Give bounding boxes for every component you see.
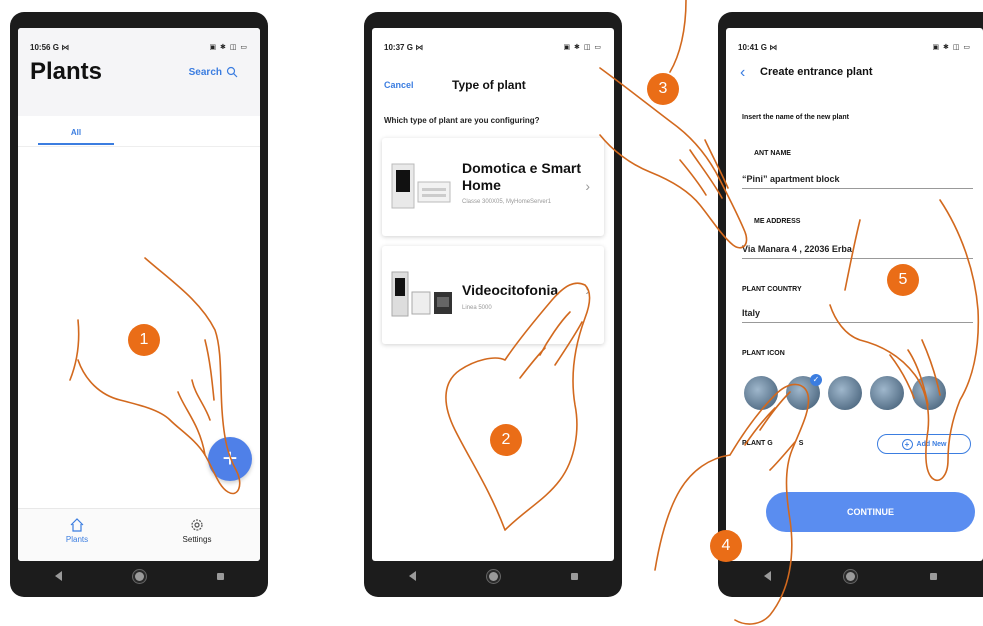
type-screen: 10:37 G ⋈ ▣ ✱ ◫ ▭ Cancel Type of plant W…	[372, 28, 614, 561]
continue-button[interactable]: CONTINUE	[766, 492, 975, 532]
system-nav	[726, 563, 975, 589]
card-subtitle: Classe 300X05, MyHomeServer1	[462, 199, 552, 205]
plants-screen: 10:56 G ⋈ ▣ ✱ ◫ ▭ Plants Search All + Pl…	[18, 28, 260, 561]
add-new-label: Add New	[916, 440, 947, 448]
status-bar: 10:37 G ⋈ ▣ ✱ ◫ ▭	[384, 40, 602, 54]
plant-icon-option[interactable]	[870, 376, 904, 410]
system-nav	[372, 563, 614, 589]
plant-name-input[interactable]: “Pini” apartment block	[742, 174, 973, 189]
search-label: Search	[188, 66, 222, 78]
card-title: Domotica e Smart Home	[462, 160, 582, 193]
plant-country-label: PLANT COUNTRY	[742, 286, 802, 293]
status-time: 10:56	[30, 42, 51, 52]
plant-country-select[interactable]: Italy	[742, 308, 973, 323]
status-icons: ▣ ✱ ◫ ▭	[209, 44, 248, 51]
card-domotica[interactable]: Domotica e Smart Home Classe 300X05, MyH…	[382, 138, 604, 236]
status-bar: 10:56 G ⋈ ▣ ✱ ◫ ▭	[30, 40, 248, 54]
tab-bar: All	[18, 116, 260, 147]
phone-create-plant: 10:41 G ⋈ ▣ ✱ ◫ ▭ ‹ Create entrance plan…	[718, 12, 983, 597]
plant-groups-label: PLANT GS	[742, 440, 804, 447]
step-badge: 3	[647, 73, 679, 105]
chevron-right-icon: ›	[585, 178, 590, 194]
back-icon[interactable]	[408, 571, 416, 581]
back-icon[interactable]	[54, 571, 62, 581]
gear-icon	[191, 519, 203, 531]
nav-label-plants: Plants	[65, 535, 89, 544]
plant-icon-label: PLANT ICON	[742, 350, 785, 357]
plant-icon-option[interactable]	[744, 376, 778, 410]
step-badge: 5	[887, 264, 919, 296]
tab-all[interactable]: All	[38, 128, 114, 145]
recent-apps-icon[interactable]	[216, 572, 224, 580]
home-button-icon[interactable]	[488, 571, 498, 581]
home-icon	[70, 518, 84, 532]
page-title: Create entrance plant	[760, 66, 873, 78]
nav-item-settings[interactable]: Settings	[162, 517, 232, 544]
plant-icon-option-selected[interactable]	[786, 374, 822, 410]
plant-name-label: ANT NAME	[754, 150, 791, 157]
system-nav	[18, 563, 260, 589]
home-button-icon[interactable]	[845, 571, 855, 581]
card-subtitle: Linea 5000	[462, 305, 492, 311]
status-time: 10:37	[384, 42, 405, 52]
recent-apps-icon[interactable]	[570, 572, 578, 580]
status-time: 10:41	[738, 42, 759, 52]
status-carrier: G ⋈	[52, 42, 70, 52]
cancel-button[interactable]: Cancel	[384, 80, 414, 90]
status-icons: ▣ ✱ ◫ ▭	[563, 44, 602, 51]
instruction-text: Insert the name of the new plant	[742, 114, 849, 121]
videocitofonia-device-image	[391, 271, 452, 317]
plant-icon-option[interactable]	[912, 376, 946, 410]
status-icons: ▣ ✱ ◫ ▭	[932, 44, 971, 51]
step-badge: 2	[490, 424, 522, 456]
page-title: Type of plant	[452, 78, 526, 92]
bottom-nav: Plants Settings	[18, 508, 260, 561]
home-address-label: ME ADDRESS	[754, 218, 801, 225]
plant-icon-option[interactable]	[828, 376, 862, 410]
add-plant-button[interactable]: +	[208, 437, 252, 481]
home-button-icon[interactable]	[134, 571, 144, 581]
nav-label-settings: Settings	[182, 535, 212, 544]
chevron-right-icon: ›	[585, 282, 590, 298]
home-address-input[interactable]: Via Manara 4 , 22036 Erba	[742, 244, 973, 259]
plus-circle-icon: +	[901, 438, 913, 450]
step-badge: 1	[128, 324, 160, 356]
recent-apps-icon[interactable]	[930, 572, 938, 580]
back-icon[interactable]	[763, 571, 771, 581]
card-videocitofonia[interactable]: Videocitofonia Linea 5000 ›	[382, 246, 604, 344]
create-screen: 10:41 G ⋈ ▣ ✱ ◫ ▭ ‹ Create entrance plan…	[726, 28, 983, 561]
top-bar: Cancel Type of plant	[372, 74, 614, 104]
page-title: Plants	[30, 58, 103, 85]
domotica-device-image	[391, 163, 451, 209]
step-badge: 4	[710, 530, 742, 562]
card-title: Videocitofonia	[462, 282, 559, 298]
top-bar: ‹ Create entrance plant	[726, 54, 983, 94]
back-chevron-icon[interactable]: ‹	[740, 64, 745, 82]
phone-type-of-plant: 10:37 G ⋈ ▣ ✱ ◫ ▭ Cancel Type of plant W…	[364, 12, 622, 597]
status-carrier: G ⋈	[406, 42, 424, 52]
nav-item-plants[interactable]: Plants	[42, 517, 112, 544]
status-bar: 10:41 G ⋈ ▣ ✱ ◫ ▭	[738, 40, 971, 54]
status-carrier: G ⋈	[760, 42, 778, 52]
add-new-button[interactable]: + Add New	[877, 434, 971, 454]
question-text: Which type of plant are you configuring?	[384, 116, 540, 125]
phone-plants: 10:56 G ⋈ ▣ ✱ ◫ ▭ Plants Search All + Pl…	[10, 12, 268, 597]
plant-icon-list	[744, 374, 946, 410]
search-icon	[226, 66, 238, 78]
search-button[interactable]: Search	[189, 66, 238, 78]
